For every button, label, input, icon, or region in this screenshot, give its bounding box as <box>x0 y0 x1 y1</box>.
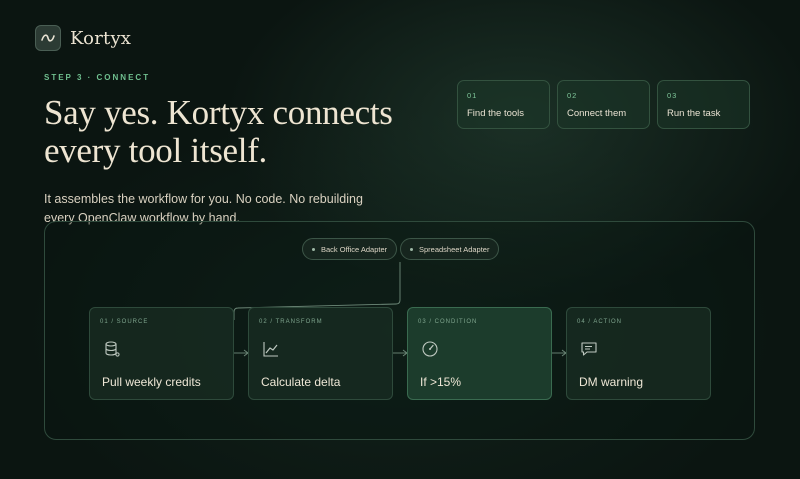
workflow-connectors <box>233 262 567 357</box>
database-icon <box>105 341 120 357</box>
message-icon <box>581 342 597 356</box>
node-label: 04 / ACTION <box>577 319 623 325</box>
node-label: 02 / TRANSFORM <box>259 319 323 325</box>
status-dot-icon <box>312 247 315 251</box>
adapter-label: Back Office Adapter <box>321 244 388 254</box>
adapter-back-office[interactable]: Back Office Adapter <box>302 238 398 260</box>
status-dot-icon <box>410 247 413 251</box>
node-title: DM warning <box>579 375 644 389</box>
workflow-node-action[interactable]: 04 / ACTION DM warning <box>566 307 711 400</box>
node-title: Calculate delta <box>261 375 341 389</box>
workflow-node-condition[interactable]: 03 / CONDITION If >15% <box>407 307 552 400</box>
node-title: Pull weekly credits <box>102 375 201 389</box>
workflow-node-source[interactable]: 01 / SOURCE Pull weekly credits <box>89 307 234 400</box>
adapter-spreadsheet[interactable]: Spreadsheet Adapter <box>400 238 500 260</box>
workflow-node-transform[interactable]: 02 / TRANSFORM Calculate delta <box>248 307 393 400</box>
trend-chart-icon <box>263 342 278 357</box>
gauge-icon <box>422 341 438 357</box>
adapter-label: Spreadsheet Adapter <box>419 244 490 254</box>
node-label: 03 / CONDITION <box>418 319 478 325</box>
node-label: 01 / SOURCE <box>100 319 149 325</box>
node-title: If >15% <box>420 375 462 389</box>
